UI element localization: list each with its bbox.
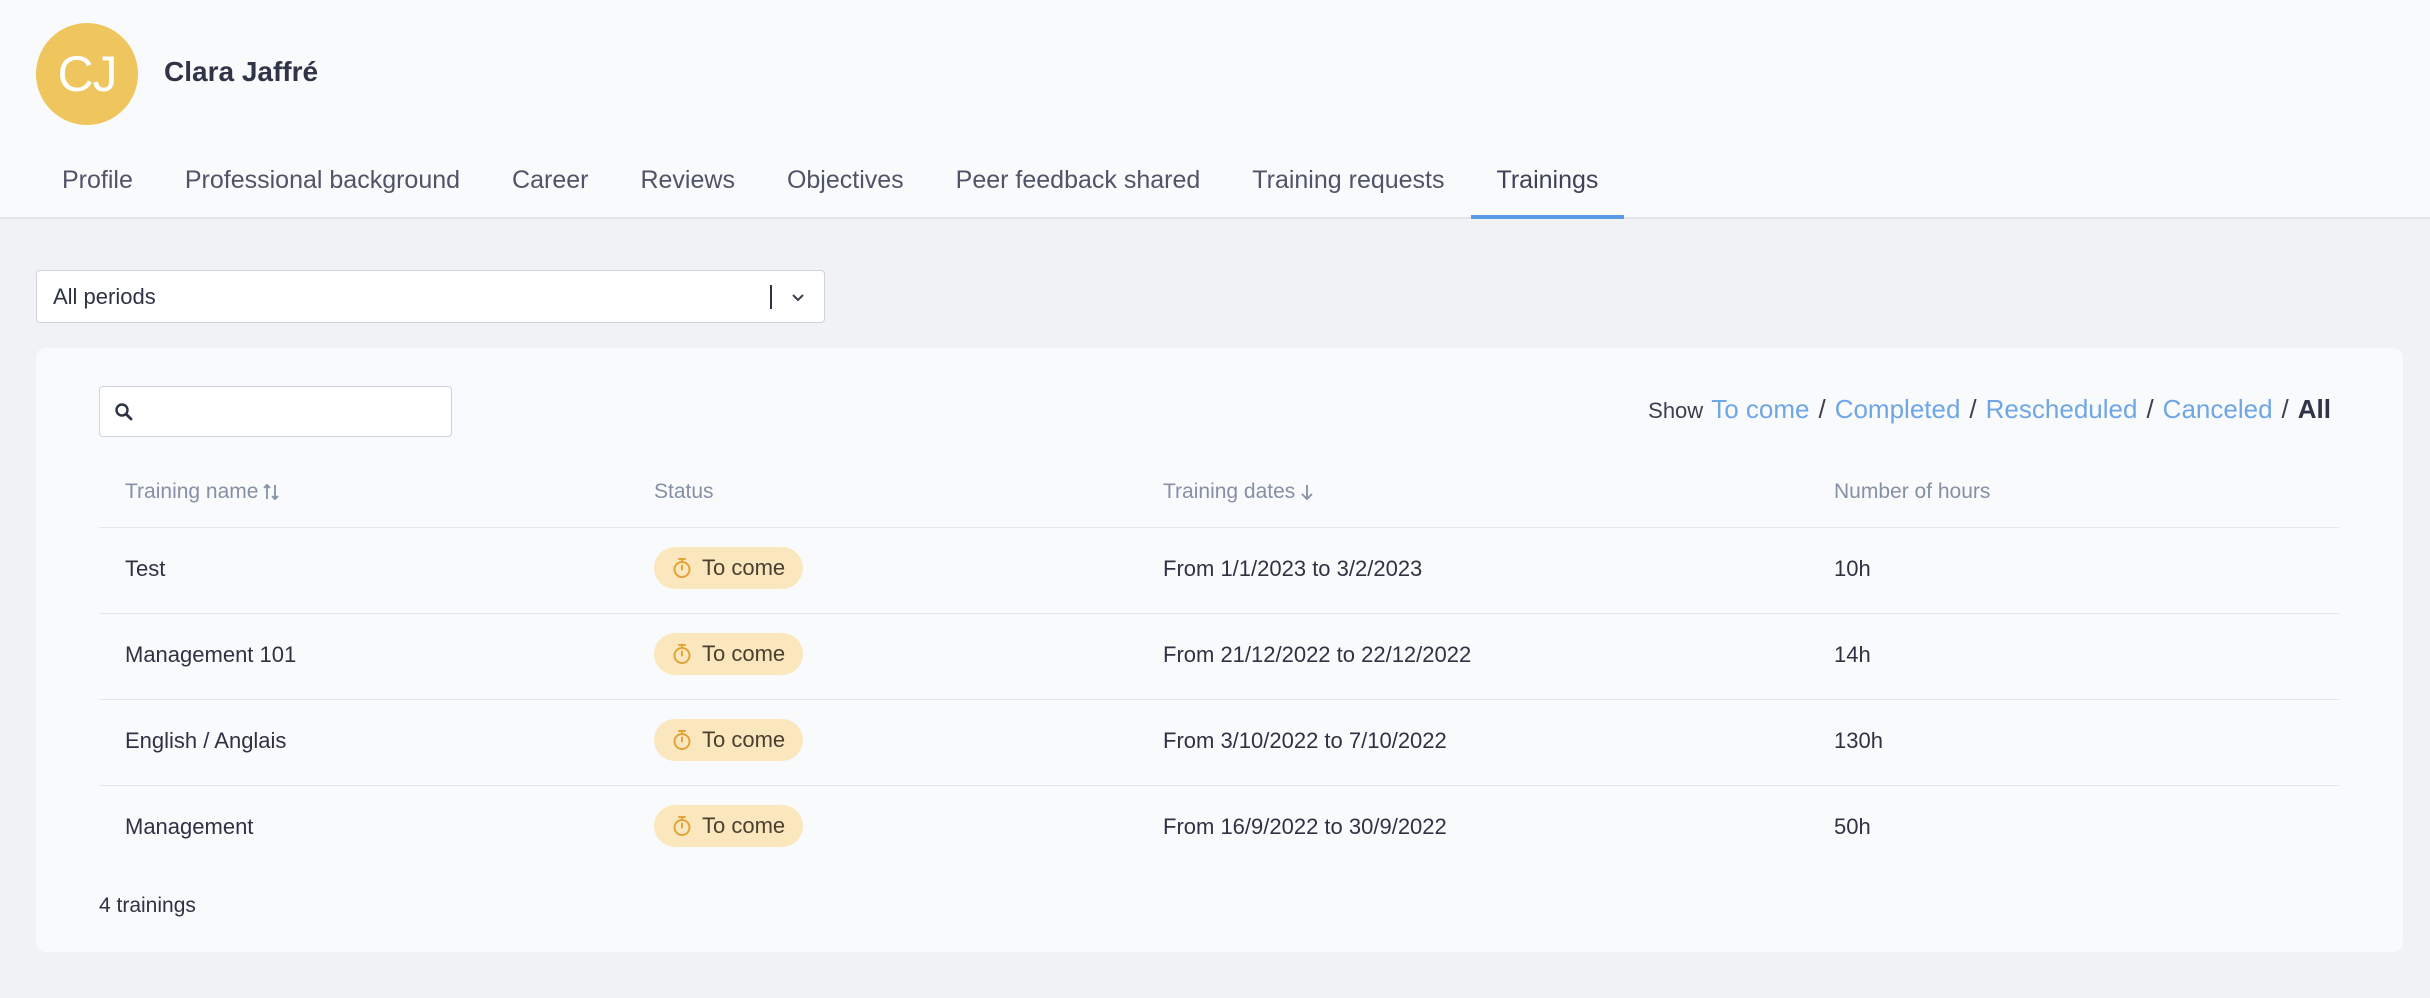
column-header-training-dates[interactable]: Training dates [1163,480,1315,504]
arrow-down-icon[interactable] [1299,481,1315,503]
filter-completed[interactable]: Completed [1835,394,1961,425]
column-label: Training name [125,480,259,503]
column-label: Status [654,480,714,503]
table-row[interactable]: Management To come From 16/9/2022 to 30/… [99,786,2339,872]
stopwatch-icon [673,558,691,578]
search-input[interactable] [144,393,439,431]
column-header-status: Status [654,480,714,504]
avatar: CJ [36,23,138,125]
trainings-count: 4 trainings [99,894,196,917]
tab-profile[interactable]: Profile [36,154,159,219]
training-hours: 14h [1834,642,1871,667]
profile-tabs: Profile Professional background Career R… [36,154,1625,219]
period-select[interactable]: All periods [36,270,825,323]
column-label: Number of hours [1834,480,1991,503]
table-row[interactable]: Management 101 To come From 21/12/2022 t… [99,614,2339,700]
filter-rescheduled[interactable]: Rescheduled [1986,394,2138,425]
training-name: Management [125,814,254,839]
sort-icon[interactable] [262,481,280,503]
filter-all[interactable]: All [2298,394,2331,425]
select-separator [770,285,772,309]
training-name: Test [125,556,166,581]
training-dates: From 21/12/2022 to 22/12/2022 [1163,642,1472,667]
status-label: To come [702,641,786,666]
tab-training-requests[interactable]: Training requests [1226,154,1470,219]
status-badge: To come [654,547,804,589]
status-label: To come [702,813,786,838]
chevron-down-icon[interactable] [790,289,806,305]
filter-to-come[interactable]: To come [1711,394,1809,425]
filter-separator: / [1969,394,1977,424]
status-filter: Show To come / Completed / Rescheduled /… [1648,394,2331,425]
training-hours: 50h [1834,814,1871,839]
column-label: Training dates [1163,480,1296,503]
trainings-table: Training name Status Training dates Numb… [99,468,2339,872]
search-field[interactable] [99,386,452,437]
search-icon [115,403,133,421]
status-badge: To come [654,805,804,847]
training-hours: 10h [1834,556,1871,581]
status-label: To come [702,727,786,752]
stopwatch-icon [673,644,691,664]
column-header-number-of-hours: Number of hours [1834,480,1990,504]
table-row[interactable]: English / Anglais To come From 3/10/2022… [99,700,2339,786]
tab-trainings[interactable]: Trainings [1470,154,1625,219]
tab-career[interactable]: Career [486,154,614,219]
period-select-value: All periods [53,283,156,309]
user-name: Clara Jaffré [164,56,319,87]
tab-reviews[interactable]: Reviews [614,154,760,219]
training-dates: From 16/9/2022 to 30/9/2022 [1163,814,1447,839]
table-header: Training name Status Training dates Numb… [99,468,2339,528]
filter-separator: / [2146,394,2154,424]
status-label: To come [702,555,786,580]
tab-peer-feedback-shared[interactable]: Peer feedback shared [930,154,1227,219]
filter-separator: / [2281,394,2289,424]
status-badge: To come [654,633,804,675]
training-name: English / Anglais [125,728,287,753]
training-hours: 130h [1834,728,1883,753]
training-dates: From 3/10/2022 to 7/10/2022 [1163,728,1447,753]
column-header-training-name[interactable]: Training name [125,480,280,504]
training-dates: From 1/1/2023 to 3/2/2023 [1163,556,1423,581]
profile-header: CJ Clara Jaffré Profile Professional bac… [0,0,2430,219]
training-name: Management 101 [125,642,297,667]
status-badge: To come [654,719,804,761]
table-row[interactable]: Test To come From 1/1/2023 to 3/2/2023 1… [99,528,2339,614]
filter-separator: / [1818,394,1826,424]
stopwatch-icon [673,730,691,750]
filter-canceled[interactable]: Canceled [2163,394,2273,425]
tab-professional-background[interactable]: Professional background [159,154,486,219]
trainings-card: Show To come / Completed / Rescheduled /… [36,348,2403,952]
show-label: Show [1648,398,1704,423]
stopwatch-icon [673,816,691,836]
tab-objectives[interactable]: Objectives [761,154,930,219]
